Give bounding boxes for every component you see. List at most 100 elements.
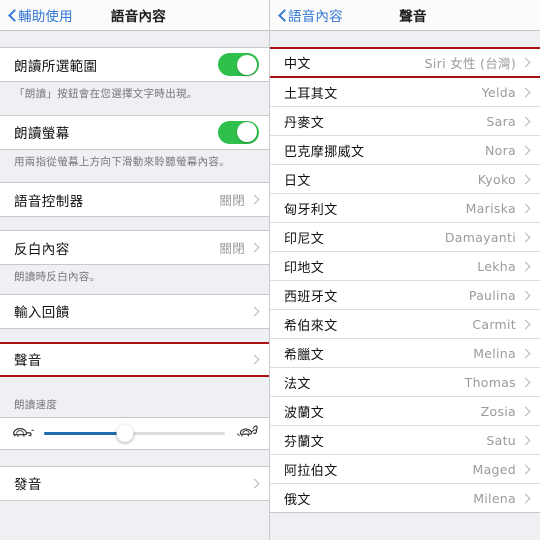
voice-row[interactable]: 土耳其文 Yelda — [270, 77, 540, 106]
left-spacer-2 — [0, 169, 269, 182]
chevron-right-icon — [522, 376, 530, 389]
voice-name-value: Yelda — [481, 84, 516, 100]
left-spacer-5 — [0, 329, 269, 342]
left-spacer-1 — [0, 102, 269, 115]
row-speak-screen[interactable]: 朗讀螢幕 — [0, 115, 269, 149]
voice-name-value: Melina — [473, 345, 516, 361]
voice-row[interactable]: 西班牙文 Paulina — [270, 280, 540, 309]
left-spacer-4 — [0, 285, 269, 294]
voice-row[interactable]: 巴克摩挪威文 Nora — [270, 135, 540, 164]
voice-row[interactable]: 日文 Kyoko — [270, 164, 540, 193]
voice-name-value: Kyoko — [477, 171, 516, 187]
voice-language-label: 西班牙文 — [284, 289, 338, 305]
voice-row[interactable]: 印尼文 Damayanti — [270, 222, 540, 251]
chevron-right-icon — [522, 318, 530, 331]
voice-name-value: Sara — [486, 113, 516, 129]
row-speaking-rate — [0, 417, 269, 449]
chevron-right-icon — [522, 86, 530, 99]
voice-row[interactable]: 希伯來文 Carmit — [270, 309, 540, 338]
toggle-knob — [237, 54, 257, 75]
voice-name-value: Maged — [472, 461, 516, 477]
slider-fill — [44, 432, 126, 435]
row-speech-controller[interactable]: 語音控制器 關閉 — [0, 183, 269, 217]
typing-feedback-label: 輸入回饋 — [14, 305, 70, 322]
left-back-button[interactable]: 輔助使用 — [0, 5, 73, 25]
dual-panel-screenshot: 輔助使用 語音內容 朗讀所選範圍 「朗讀」按鈕會在您選擇文字時出現。 朗讀螢幕 — [0, 0, 540, 540]
chevron-right-icon — [522, 463, 530, 476]
row-speak-selection[interactable]: 朗讀所選範圍 — [0, 48, 269, 81]
chevron-right-icon — [522, 56, 530, 69]
left-panel-speech-settings: 輔助使用 語音內容 朗讀所選範圍 「朗讀」按鈕會在您選擇文字時出現。 朗讀螢幕 — [0, 0, 270, 540]
row-pronunciations[interactable]: 發音 — [0, 466, 269, 500]
right-back-button[interactable]: 語音內容 — [270, 5, 343, 25]
speak-selection-label: 朗讀所選範圍 — [14, 58, 98, 75]
speak-screen-note: 用兩指從螢幕上方向下滑動來聆聽螢幕內容。 — [14, 155, 230, 168]
chevron-right-icon — [522, 202, 530, 215]
speaking-rate-slider[interactable] — [44, 423, 225, 443]
chevron-right-icon — [522, 289, 530, 302]
speak-selection-note: 「朗讀」按鈕會在您選擇文字時出現。 — [14, 88, 198, 100]
voice-name-value: Milena — [473, 490, 516, 506]
voice-row[interactable]: 阿拉伯文 Maged — [270, 454, 540, 483]
speech-controller-value: 關閉 — [219, 193, 245, 209]
voice-language-label: 匈牙利文 — [284, 202, 338, 218]
chevron-right-icon — [522, 144, 530, 157]
voice-language-label: 希伯來文 — [284, 318, 338, 334]
voice-row[interactable]: 匈牙利文 Mariska — [270, 193, 540, 222]
voice-name-value: Satu — [486, 432, 516, 448]
voice-language-label: 芬蘭文 — [284, 434, 325, 450]
chevron-right-icon — [251, 241, 259, 254]
pronunciations-group: 發音 — [0, 465, 269, 501]
right-panel-voices-list: 語音內容 聲音 中文 Siri 女性 (台灣) 土耳其文 Yelda 丹麥文 Sara 巴克… — [270, 0, 540, 540]
voice-language-label: 希臘文 — [284, 347, 325, 363]
typing-feedback-group: 輸入回饋 — [0, 293, 269, 329]
voice-row[interactable]: 中文 Siri 女性 (台灣) — [270, 48, 540, 77]
voice-name-value: Lekha — [477, 258, 516, 274]
speaking-rate-header: 朗讀速度 — [14, 398, 58, 411]
speech-controller-label: 語音控制器 — [14, 193, 84, 210]
row-voices[interactable]: 聲音 — [0, 342, 269, 376]
slider-thumb[interactable] — [116, 424, 134, 442]
chevron-right-icon — [522, 115, 530, 128]
voice-language-label: 波蘭文 — [284, 405, 325, 421]
voice-row[interactable]: 希臘文 Melina — [270, 338, 540, 367]
voice-language-label: 巴克摩挪威文 — [284, 144, 365, 160]
speak-selection-toggle[interactable] — [218, 53, 259, 76]
row-typing-feedback[interactable]: 輸入回饋 — [0, 294, 269, 328]
highlight-content-label: 反白內容 — [14, 241, 70, 258]
hare-icon — [235, 424, 259, 442]
voice-name-value: Zosia — [480, 403, 516, 419]
voice-row[interactable]: 波蘭文 Zosia — [270, 396, 540, 425]
voice-language-label: 中文 — [284, 57, 311, 72]
row-highlight-content[interactable]: 反白內容 關閉 — [0, 231, 269, 265]
voice-row[interactable]: 印地文 Lekha — [270, 251, 540, 280]
speak-selection-group: 朗讀所選範圍 — [0, 47, 269, 82]
highlight-content-value: 關閉 — [219, 241, 245, 257]
speak-screen-toggle[interactable] — [218, 120, 259, 144]
chevron-right-icon — [522, 434, 530, 447]
chevron-right-icon — [522, 173, 530, 186]
voice-name-value: Nora — [485, 142, 516, 158]
speak-screen-group: 朗讀螢幕 — [0, 114, 269, 150]
voice-name-value: Mariska — [465, 200, 516, 216]
voice-row[interactable]: 法文 Thomas — [270, 367, 540, 396]
voice-row[interactable]: 丹麥文 Sara — [270, 106, 540, 135]
speak-screen-label: 朗讀螢幕 — [14, 126, 70, 143]
voice-row[interactable]: 俄文 Milena — [270, 483, 540, 512]
chevron-right-icon — [251, 193, 259, 206]
chevron-right-icon — [251, 305, 259, 318]
left-back-label: 輔助使用 — [18, 9, 73, 25]
left-spacer-top — [0, 31, 269, 47]
voices-group: 聲音 — [0, 341, 269, 377]
right-navbar: 語音內容 聲音 — [270, 0, 540, 31]
voice-name-value: Thomas — [464, 374, 516, 390]
voice-row[interactable]: 芬蘭文 Satu — [270, 425, 540, 454]
voice-language-label: 丹麥文 — [284, 115, 325, 131]
voice-name-value: Carmit — [472, 316, 516, 332]
left-navbar: 輔助使用 語音內容 — [0, 0, 269, 31]
speaking-rate-group — [0, 416, 269, 450]
speech-controller-group: 語音控制器 關閉 — [0, 182, 269, 218]
chevron-right-icon — [522, 260, 530, 273]
chevron-right-icon — [522, 231, 530, 244]
left-spacer-7 — [0, 450, 269, 466]
